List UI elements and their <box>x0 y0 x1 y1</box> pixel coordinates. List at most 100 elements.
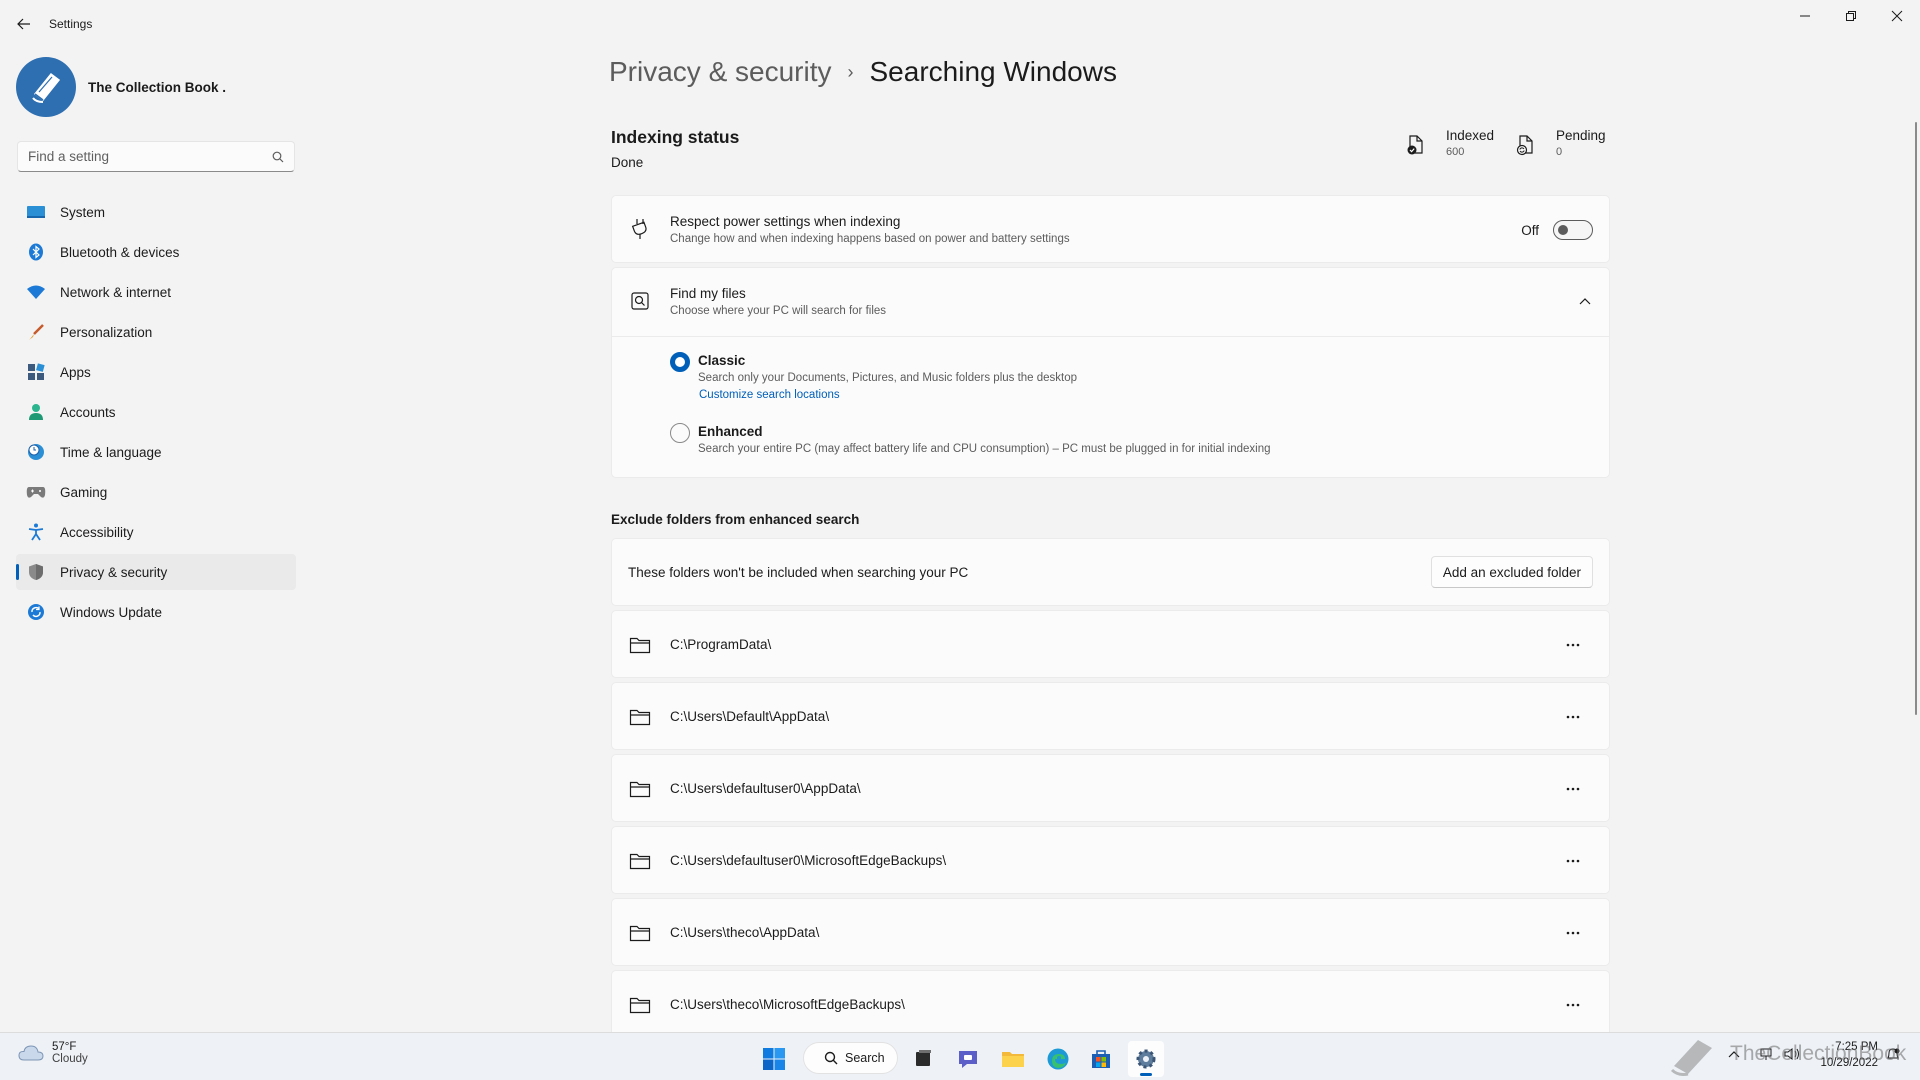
exclude-section-heading: Exclude folders from enhanced search <box>611 512 860 527</box>
chat-icon <box>959 1051 977 1068</box>
person-icon <box>26 402 46 422</box>
weather-widget[interactable]: 57°F Cloudy <box>18 1041 88 1065</box>
taskbar: 57°F Cloudy Search 7:25 PM 10/29/2022 <box>0 1032 1920 1080</box>
sidebar-item-label: Accessibility <box>60 524 134 540</box>
find-my-files-desc: Choose where your PC will search for fil… <box>670 305 887 317</box>
more-options-button[interactable] <box>1557 773 1589 805</box>
close-button[interactable] <box>1874 0 1920 32</box>
watermark-text: TheCollectionBook <box>1730 1042 1907 1065</box>
sidebar-item-apps[interactable]: Apps <box>16 354 296 390</box>
power-settings-card: Respect power settings when indexing Cha… <box>611 195 1610 263</box>
more-icon <box>1566 715 1580 719</box>
sidebar-nav: System Bluetooth & devices Network & int… <box>16 194 296 634</box>
settings-app-button[interactable] <box>1128 1041 1164 1077</box>
sidebar-item-accounts[interactable]: Accounts <box>16 394 296 430</box>
search-input[interactable] <box>28 149 272 164</box>
divider <box>612 336 1609 337</box>
sidebar-item-label: Personalization <box>60 324 153 340</box>
file-check-icon <box>1404 128 1428 158</box>
more-options-button[interactable] <box>1557 701 1589 733</box>
enhanced-label: Enhanced <box>698 424 763 439</box>
indexed-stat: Indexed 600 <box>1404 128 1494 158</box>
microsoft-store-button[interactable] <box>1083 1041 1119 1077</box>
excluded-folder-row: C:\ProgramData\ <box>611 610 1610 678</box>
sidebar-item-accessibility[interactable]: Accessibility <box>16 514 296 550</box>
avatar <box>16 57 76 117</box>
search-folder-icon <box>629 290 651 312</box>
more-options-button[interactable] <box>1557 917 1589 949</box>
exclude-info-card: These folders won't be included when sea… <box>611 538 1610 606</box>
enhanced-radio[interactable] <box>670 423 690 443</box>
sidebar-item-label: Time & language <box>60 444 162 460</box>
customize-search-locations-link[interactable]: Customize search locations <box>699 389 840 401</box>
update-icon <box>26 602 46 622</box>
task-view-button[interactable] <box>905 1041 941 1077</box>
vertical-scrollbar[interactable] <box>1915 122 1917 715</box>
pending-value: 0 <box>1556 146 1563 158</box>
shield-icon <box>26 562 46 582</box>
folder-icon <box>629 634 651 656</box>
search-icon[interactable] <box>272 151 284 163</box>
sidebar-item-personalization[interactable]: Personalization <box>16 314 296 350</box>
power-toggle-group[interactable]: Off <box>1521 220 1593 240</box>
gear-icon <box>1136 1049 1156 1069</box>
pending-label: Pending <box>1556 128 1606 143</box>
sidebar-item-label: Bluetooth & devices <box>60 244 180 260</box>
paintbrush-icon <box>26 322 46 342</box>
more-options-button[interactable] <box>1557 989 1589 1021</box>
profile-name: The Collection Book . <box>88 79 227 95</box>
folder-icon <box>629 850 651 872</box>
more-icon <box>1566 643 1580 647</box>
edge-browser-button[interactable] <box>1040 1041 1076 1077</box>
task-view-icon <box>916 1050 931 1066</box>
sidebar-item-bluetooth[interactable]: Bluetooth & devices <box>16 234 296 270</box>
sidebar-item-time-language[interactable]: Time & language <box>16 434 296 470</box>
add-excluded-folder-button[interactable]: Add an excluded folder <box>1430 556 1593 588</box>
sidebar-item-windows-update[interactable]: Windows Update <box>16 594 296 630</box>
teams-chat-button[interactable] <box>950 1041 986 1077</box>
more-options-button[interactable] <box>1557 845 1589 877</box>
power-settings-desc: Change how and when indexing happens bas… <box>670 233 1070 245</box>
chevron-up-icon[interactable] <box>1579 297 1591 305</box>
search-icon <box>824 1051 838 1065</box>
folder-path: C:\Users\Default\AppData\ <box>670 709 830 724</box>
breadcrumb-parent[interactable]: Privacy & security <box>609 56 832 88</box>
find-my-files-header[interactable]: Find my files Choose where your PC will … <box>612 268 1609 336</box>
indexing-status-value: Done <box>611 155 644 170</box>
sidebar-item-gaming[interactable]: Gaming <box>16 474 296 510</box>
classic-radio[interactable] <box>670 352 690 372</box>
excluded-folder-row: C:\Users\Default\AppData\ <box>611 682 1610 750</box>
pending-stat: Pending 0 <box>1514 128 1606 158</box>
start-button[interactable] <box>756 1041 792 1077</box>
file-explorer-button[interactable] <box>995 1041 1031 1077</box>
watermark: TheCollectionBook <box>1668 1030 1908 1078</box>
settings-search-box[interactable] <box>17 141 295 172</box>
folder-path: C:\Users\defaultuser0\AppData\ <box>670 781 861 796</box>
sidebar-item-privacy-security[interactable]: Privacy & security <box>16 554 296 590</box>
folder-icon <box>629 994 651 1016</box>
user-profile[interactable]: The Collection Book . <box>16 56 226 118</box>
edge-icon <box>1047 1048 1069 1070</box>
excluded-folder-row: C:\Users\theco\MicrosoftEdgeBackups\ <box>611 970 1610 1032</box>
sidebar-item-network[interactable]: Network & internet <box>16 274 296 310</box>
more-options-button[interactable] <box>1557 629 1589 661</box>
power-settings-toggle[interactable] <box>1553 220 1593 240</box>
folder-path: C:\Users\defaultuser0\MicrosoftEdgeBacku… <box>670 853 947 868</box>
minimize-button[interactable] <box>1782 0 1828 32</box>
classic-desc: Search only your Documents, Pictures, an… <box>698 372 1078 384</box>
enhanced-desc: Search your entire PC (may affect batter… <box>698 443 1271 455</box>
sidebar-item-label: System <box>60 204 106 220</box>
back-button[interactable] <box>12 10 36 38</box>
folder-path: C:\ProgramData\ <box>670 637 772 652</box>
sidebar-item-label: Network & internet <box>60 284 172 300</box>
back-arrow-icon <box>17 18 30 30</box>
folder-path: C:\Users\theco\AppData\ <box>670 925 820 940</box>
windows-logo-icon <box>763 1048 785 1070</box>
sidebar-item-system[interactable]: System <box>16 194 296 230</box>
close-icon <box>1891 10 1903 22</box>
weather-condition: Cloudy <box>52 1053 88 1065</box>
folder-icon <box>629 778 651 800</box>
restore-button[interactable] <box>1828 0 1874 32</box>
taskbar-search[interactable]: Search <box>803 1042 898 1074</box>
more-icon <box>1566 931 1580 935</box>
